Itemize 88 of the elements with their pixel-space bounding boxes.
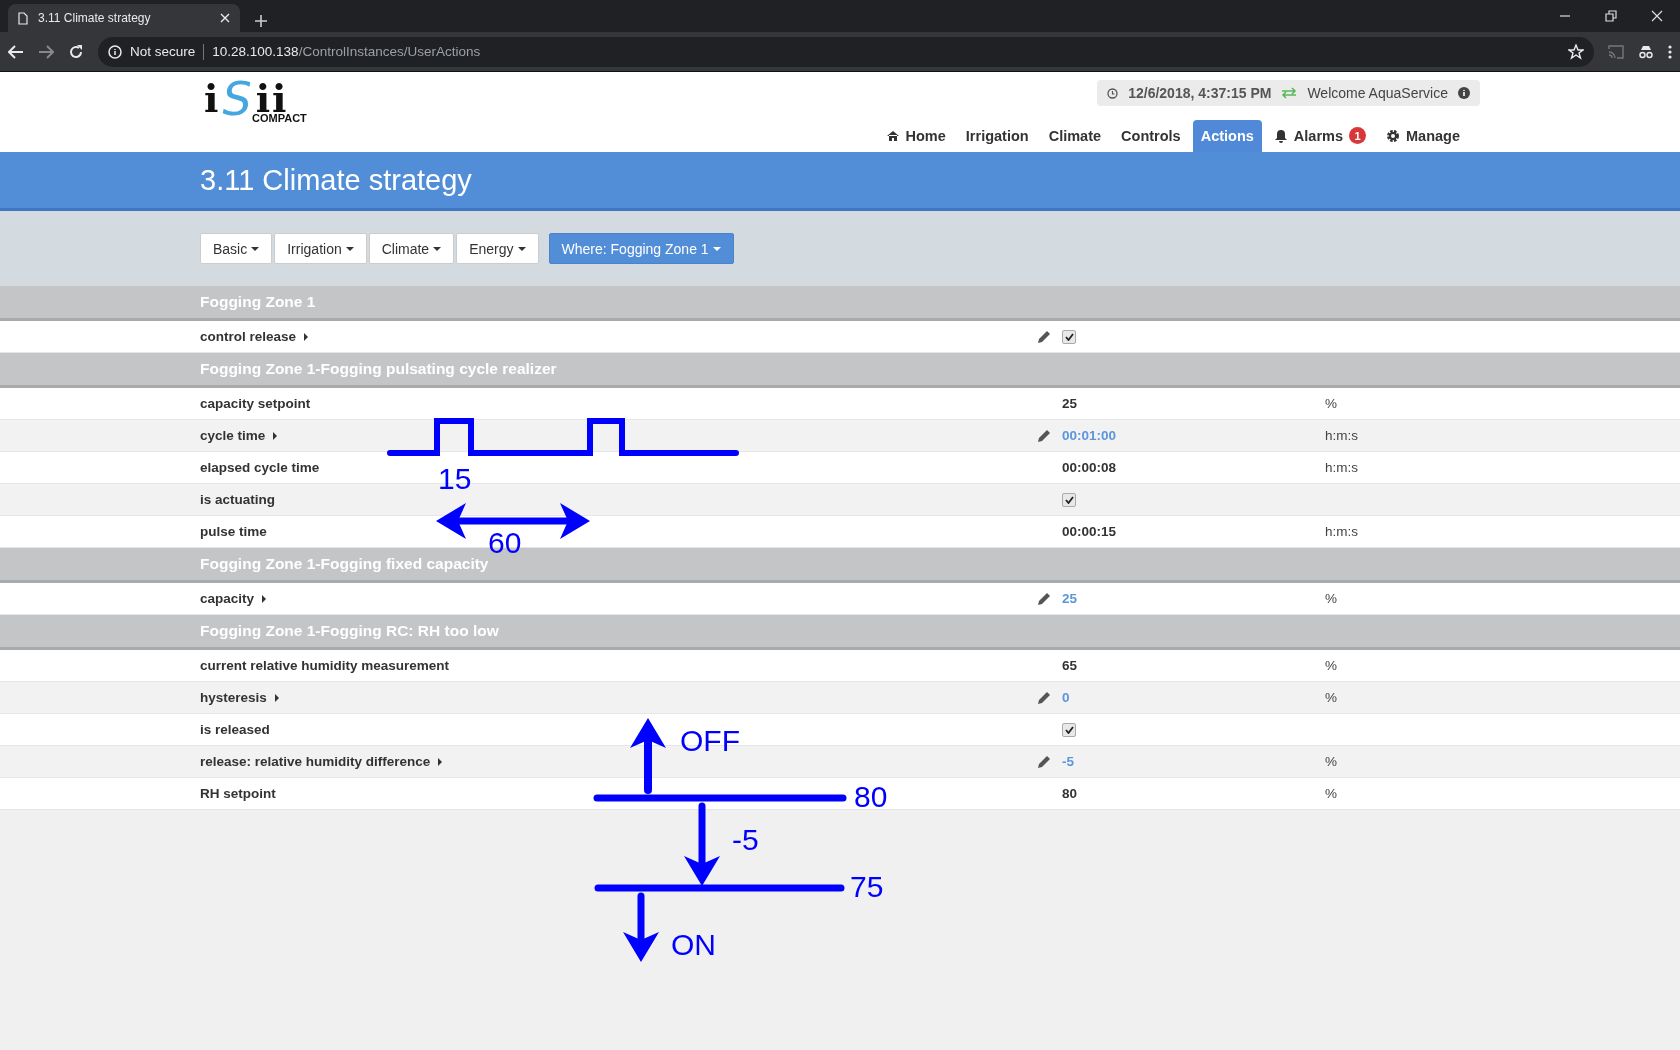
forward-arrow-icon[interactable]	[38, 44, 54, 59]
page-icon	[18, 11, 28, 25]
expand-arrow-icon[interactable]	[438, 757, 443, 766]
check-icon	[1064, 332, 1074, 341]
unit-label: %	[1325, 754, 1337, 769]
date-time: 12/6/2018, 4:37:15 PM	[1128, 85, 1272, 101]
bell-icon	[1273, 128, 1288, 143]
incognito-icon[interactable]	[1638, 44, 1654, 59]
plus-icon[interactable]	[254, 14, 268, 28]
expand-arrow-icon[interactable]	[273, 431, 278, 440]
nav-tab[interactable]: Actions	[1192, 120, 1262, 152]
value-text: 00:00:08	[1062, 460, 1117, 475]
pencil-icon[interactable]	[1037, 329, 1051, 344]
dropdown-button[interactable]: Climate	[368, 233, 455, 264]
row-label: RH setpoint	[200, 786, 276, 801]
unit-label: %	[1325, 786, 1337, 801]
unit-label: %	[1325, 591, 1337, 606]
row-label[interactable]: capacity	[200, 591, 255, 606]
dropdown-button[interactable]: Irrigation	[274, 233, 367, 264]
expand-arrow-icon[interactable]	[262, 594, 267, 603]
row-label: pulse time	[200, 524, 267, 539]
annotation-label: -5	[732, 823, 759, 856]
browser-tab[interactable]: 3.11 Climate strategy	[8, 4, 240, 32]
section-title: Fogging Zone 1	[200, 293, 316, 311]
section-title: Fogging Zone 1-Fogging fixed capacity	[200, 555, 489, 573]
value-text: 25	[1062, 396, 1078, 411]
clock-icon	[1107, 87, 1119, 99]
unit-label: h:m:s	[1325, 460, 1358, 475]
annotation-label: 15	[438, 462, 472, 495]
pencil-icon[interactable]	[1037, 690, 1051, 705]
row-label[interactable]: control release	[200, 329, 297, 344]
row-label: current relative humidity measurement	[200, 658, 450, 673]
row-label: is actuating	[200, 492, 275, 507]
star-icon[interactable]	[1568, 43, 1584, 60]
home-icon	[885, 129, 900, 143]
unit-label: %	[1325, 690, 1337, 705]
section-title: Fogging Zone 1-Fogging pulsating cycle realizer	[200, 360, 557, 378]
expand-arrow-icon[interactable]	[274, 693, 279, 702]
expand-arrow-icon[interactable]	[304, 332, 309, 341]
unit-label: h:m:s	[1325, 524, 1358, 539]
menu-icon[interactable]	[1668, 44, 1672, 59]
unit-label: %	[1325, 658, 1337, 673]
value-text: 80	[1062, 786, 1078, 801]
unit-label: h:m:s	[1325, 428, 1358, 443]
sync-arrows-icon	[1281, 87, 1298, 99]
count-badge: 1	[1349, 127, 1366, 144]
annotation-label: 75	[850, 870, 884, 903]
cast-icon[interactable]	[1608, 44, 1624, 59]
close-icon[interactable]	[220, 13, 230, 23]
nav-tab[interactable]: Home	[877, 120, 954, 152]
pencil-icon[interactable]	[1037, 754, 1051, 769]
row-label[interactable]: hysteresis	[200, 690, 267, 705]
nav-tab[interactable]: Manage	[1378, 120, 1468, 152]
section-title: Fogging Zone 1-Fogging RC: RH too low	[200, 622, 499, 640]
close-icon[interactable]	[1651, 10, 1663, 22]
checkbox[interactable]	[1062, 329, 1076, 344]
pencil-icon[interactable]	[1037, 591, 1051, 606]
row-label[interactable]: cycle time	[200, 428, 266, 443]
dropdown-button[interactable]: Basic	[200, 233, 273, 264]
welcome-text: Welcome AquaService	[1307, 85, 1448, 101]
info-icon	[1458, 87, 1470, 99]
back-arrow-icon[interactable]	[8, 44, 24, 59]
restore-icon[interactable]	[1605, 10, 1617, 22]
annotation-label: OFF	[680, 724, 740, 757]
url-text: 10.28.100.138/ControlInstances/UserActions	[212, 44, 481, 59]
annotation-label: 60	[488, 526, 522, 559]
down-arrow	[623, 892, 659, 962]
row-label[interactable]: release: relative humidity difference	[200, 754, 431, 769]
row-label: capacity setpoint	[200, 396, 311, 411]
annotation-label: 80	[854, 780, 888, 813]
settings-icon	[1386, 129, 1400, 143]
annotation-label: ON	[671, 928, 716, 961]
unit-label: %	[1325, 396, 1337, 411]
pencil-icon[interactable]	[1037, 428, 1051, 443]
nav-tab[interactable]: Controls	[1113, 120, 1189, 152]
address-bar[interactable]: Not secure 10.28.100.138/ControlInstances/UserActions	[98, 36, 1594, 67]
value-text: 65	[1062, 658, 1078, 673]
reload-icon[interactable]	[68, 43, 84, 60]
row-label: is released	[200, 722, 270, 737]
row-label: elapsed cycle time	[200, 460, 320, 475]
nav-tab[interactable]: Irrigation	[957, 120, 1037, 152]
value-text: 00:00:15	[1062, 524, 1117, 539]
page-title: 3.11 Climate strategy	[200, 163, 472, 197]
nav-tab[interactable]: Climate	[1040, 120, 1110, 152]
info-icon	[108, 44, 122, 59]
nav-tab[interactable]: Alarms 1	[1265, 119, 1374, 152]
security-label: Not secure	[130, 44, 196, 59]
dropdown-button[interactable]: Energy	[456, 233, 539, 264]
